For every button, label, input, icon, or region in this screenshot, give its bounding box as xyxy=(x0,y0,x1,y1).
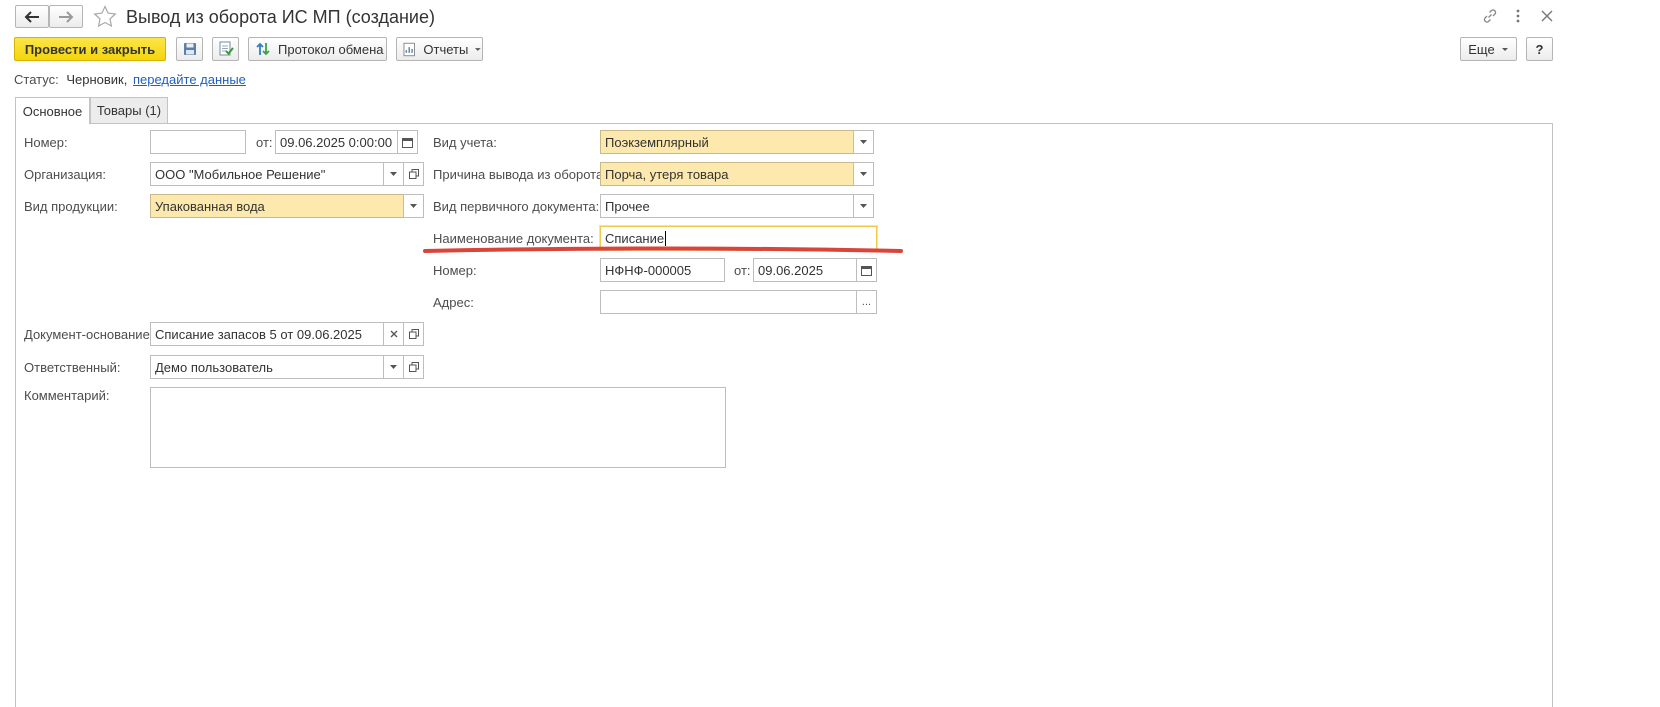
accounting-type-field[interactable]: Поэкземплярный xyxy=(600,130,854,154)
post-and-close-label: Провести и закрыть xyxy=(24,41,156,57)
chevron-down-icon xyxy=(390,365,397,369)
back-button[interactable] xyxy=(15,5,49,28)
open-window-icon xyxy=(408,362,419,372)
link-icon[interactable] xyxy=(1482,8,1498,24)
exchange-protocol-button[interactable]: Протокол обмена xyxy=(248,37,387,61)
chevron-down-icon xyxy=(410,204,417,208)
help-button[interactable]: ? xyxy=(1526,37,1553,61)
withdrawal-reason-field[interactable]: Порча, утеря товара xyxy=(600,162,854,186)
chevron-down-icon xyxy=(860,172,867,176)
tab-main-label: Основное xyxy=(22,103,83,119)
clear-x-icon xyxy=(390,330,397,338)
doc-number-label: Номер: xyxy=(433,263,477,278)
open-window-icon xyxy=(408,329,419,339)
close-icon[interactable] xyxy=(1539,8,1555,24)
comment-label: Комментарий: xyxy=(24,388,110,403)
more-vert-icon[interactable] xyxy=(1513,8,1523,24)
product-type-label: Вид продукции: xyxy=(24,199,118,214)
base-document-clear-button[interactable] xyxy=(383,322,404,346)
text-cursor xyxy=(665,230,667,246)
primary-doc-type-label: Вид первичного документа: xyxy=(433,199,600,214)
doc-date-calendar-button[interactable] xyxy=(856,258,877,282)
product-type-dropdown-button[interactable] xyxy=(403,194,424,218)
date-field[interactable]: 09.06.2025 0:00:00 xyxy=(275,130,398,154)
organization-label: Организация: xyxy=(24,167,107,182)
ellipsis-icon: ... xyxy=(861,296,872,308)
more-label: Еще xyxy=(1468,41,1495,57)
open-window-icon xyxy=(408,169,419,179)
primary-doc-type-dropdown-button[interactable] xyxy=(853,194,874,218)
floppy-disk-icon xyxy=(183,43,196,55)
base-document-open-button[interactable] xyxy=(403,322,424,346)
calendar-icon xyxy=(402,137,413,148)
doc-number-field[interactable]: НФНФ-000005 xyxy=(600,258,725,282)
primary-doc-type-field[interactable]: Прочее xyxy=(600,194,854,218)
number-field[interactable] xyxy=(150,130,246,154)
post-document-icon xyxy=(219,41,234,56)
responsible-dropdown-button[interactable] xyxy=(383,355,404,379)
more-button[interactable]: Еще xyxy=(1460,37,1517,61)
tab-main[interactable]: Основное xyxy=(15,97,90,124)
doc-name-value: Списание xyxy=(605,230,665,246)
comment-textarea[interactable] xyxy=(150,387,726,468)
status-value: Черновик, xyxy=(66,72,128,87)
responsible-open-button[interactable] xyxy=(403,355,424,379)
send-data-link[interactable]: передайте данные xyxy=(133,72,246,87)
base-document-label: Документ-основание: xyxy=(24,327,154,342)
status-label: Статус: xyxy=(14,72,59,87)
address-choose-button[interactable]: ... xyxy=(856,290,877,314)
number-label: Номер: xyxy=(24,135,68,150)
chevron-down-icon xyxy=(860,204,867,208)
chevron-down-icon xyxy=(475,47,482,51)
help-label: ? xyxy=(1535,41,1544,57)
accounting-type-dropdown-button[interactable] xyxy=(853,130,874,154)
favorite-star-icon[interactable] xyxy=(93,5,117,28)
tab-goods[interactable]: Товары (1) xyxy=(90,97,168,123)
organization-field[interactable]: ООО "Мобильное Решение" xyxy=(150,162,384,186)
exchange-protocol-label: Протокол обмена xyxy=(278,41,384,57)
reports-label: Отчеты xyxy=(423,41,469,57)
page-title: Вывод из оборота ИС МП (создание) xyxy=(126,7,435,27)
arrow-left-icon xyxy=(24,10,39,23)
chevron-down-icon xyxy=(1501,47,1508,51)
date-label: от: xyxy=(256,135,273,150)
forward-button[interactable] xyxy=(49,5,83,28)
calendar-icon xyxy=(861,265,872,276)
address-label: Адрес: xyxy=(433,295,474,310)
withdrawal-reason-dropdown-button[interactable] xyxy=(853,162,874,186)
tab-goods-label: Товары (1) xyxy=(96,103,162,118)
address-field[interactable] xyxy=(600,290,857,314)
status-line: Статус: Черновик, передайте данные xyxy=(14,72,246,88)
accounting-type-label: Вид учета: xyxy=(433,135,497,150)
responsible-field[interactable]: Демо пользователь xyxy=(150,355,384,379)
chevron-down-icon xyxy=(390,172,397,176)
post-button[interactable] xyxy=(212,37,239,61)
base-document-field[interactable]: Списание запасов 5 от 09.06.2025 xyxy=(150,322,384,346)
save-button[interactable] xyxy=(176,37,203,61)
doc-date-label: от: xyxy=(734,263,751,278)
date-calendar-button[interactable] xyxy=(397,130,418,154)
doc-date-field[interactable]: 09.06.2025 xyxy=(753,258,857,282)
exchange-arrows-icon xyxy=(256,42,270,56)
responsible-label: Ответственный: xyxy=(24,360,121,375)
reports-icon xyxy=(403,42,415,56)
chevron-down-icon xyxy=(860,140,867,144)
arrow-right-icon xyxy=(59,10,74,23)
withdrawal-reason-label: Причина вывода из оборота: xyxy=(433,167,607,182)
organization-dropdown-button[interactable] xyxy=(383,162,404,186)
annotation-underline xyxy=(423,246,903,253)
organization-open-button[interactable] xyxy=(403,162,424,186)
product-type-field[interactable]: Упакованная вода xyxy=(150,194,404,218)
post-and-close-button[interactable]: Провести и закрыть xyxy=(14,37,166,61)
reports-button[interactable]: Отчеты xyxy=(396,37,483,61)
